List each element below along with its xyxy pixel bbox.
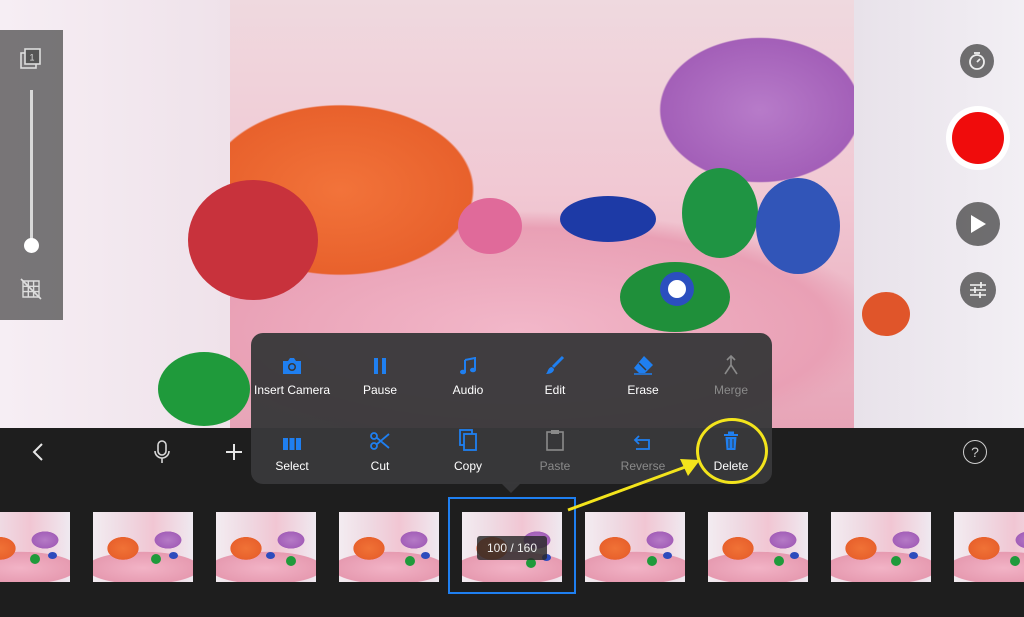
filmstrip-frame[interactable] bbox=[585, 512, 685, 582]
back-button[interactable] bbox=[22, 428, 54, 476]
scene-blue-egg bbox=[756, 178, 840, 274]
svg-text:1: 1 bbox=[30, 53, 35, 63]
scene-green-blob bbox=[158, 352, 250, 426]
scene-monster-eye bbox=[660, 272, 694, 306]
camera-settings-button[interactable] bbox=[960, 272, 996, 308]
filmstrip-frame[interactable] bbox=[708, 512, 808, 582]
pause-icon bbox=[374, 358, 386, 374]
frame-onion-icon[interactable]: 1 bbox=[20, 48, 42, 70]
reverse-icon bbox=[633, 435, 650, 450]
record-icon bbox=[952, 112, 1004, 164]
scene-pink-rock bbox=[458, 198, 522, 254]
record-button[interactable] bbox=[946, 106, 1010, 170]
filmstrip-frame[interactable] bbox=[954, 512, 1024, 582]
help-button[interactable]: ? bbox=[960, 428, 990, 476]
scissors-icon bbox=[370, 432, 390, 450]
select-frames-icon bbox=[283, 438, 301, 450]
scene-green-egg bbox=[682, 168, 758, 258]
copy-icon bbox=[459, 429, 477, 451]
copy-menu-item[interactable]: Copy bbox=[424, 427, 512, 481]
scene-orange-ball bbox=[862, 292, 910, 336]
insert-camera-menu-item[interactable]: Insert Camera bbox=[248, 351, 336, 405]
help-icon: ? bbox=[963, 440, 987, 464]
pause-menu-item[interactable]: Pause bbox=[336, 351, 424, 405]
microphone-button[interactable] bbox=[146, 428, 178, 476]
filmstrip-frame[interactable] bbox=[216, 512, 316, 582]
camera-icon bbox=[283, 358, 301, 374]
onion-opacity-slider-track[interactable] bbox=[30, 90, 33, 250]
play-icon bbox=[971, 215, 986, 233]
frame-counter: 100 / 160 bbox=[477, 536, 547, 560]
play-button[interactable] bbox=[956, 202, 1000, 246]
brush-icon bbox=[546, 355, 565, 374]
scene-right-wall bbox=[854, 0, 1024, 428]
music-note-icon bbox=[460, 357, 476, 375]
timer-icon bbox=[969, 52, 985, 70]
filmstrip-frame[interactable] bbox=[339, 512, 439, 582]
erase-menu-item[interactable]: Erase bbox=[599, 351, 687, 405]
scene-blue-starfish bbox=[560, 196, 656, 242]
eraser-icon bbox=[634, 356, 653, 375]
edit-menu-item[interactable]: Edit bbox=[511, 351, 599, 405]
chevron-left-icon bbox=[32, 443, 43, 461]
select-menu-item[interactable]: Select bbox=[248, 427, 336, 481]
clipboard-icon bbox=[546, 430, 564, 451]
cut-menu-item[interactable]: Cut bbox=[336, 427, 424, 481]
filmstrip-frame[interactable] bbox=[831, 512, 931, 582]
add-button[interactable] bbox=[218, 428, 250, 476]
frame-filmstrip[interactable]: 100 / 160 bbox=[0, 476, 1024, 617]
audio-menu-item[interactable]: Audio bbox=[424, 351, 512, 405]
grid-off-icon[interactable] bbox=[20, 278, 42, 300]
annotation-arrow-icon bbox=[567, 459, 700, 512]
onion-skin-panel: 1 bbox=[0, 30, 63, 320]
scene-red-rock bbox=[188, 180, 318, 300]
merge-icon bbox=[724, 355, 738, 375]
filmstrip-frame[interactable] bbox=[93, 512, 193, 582]
merge-menu-item[interactable]: Merge bbox=[687, 351, 775, 405]
plus-icon bbox=[226, 444, 242, 460]
microphone-icon bbox=[154, 440, 170, 463]
onion-opacity-slider-thumb[interactable] bbox=[24, 238, 39, 253]
timer-button[interactable] bbox=[960, 44, 994, 78]
filmstrip-frame[interactable] bbox=[0, 512, 70, 582]
sliders-icon bbox=[970, 282, 986, 298]
